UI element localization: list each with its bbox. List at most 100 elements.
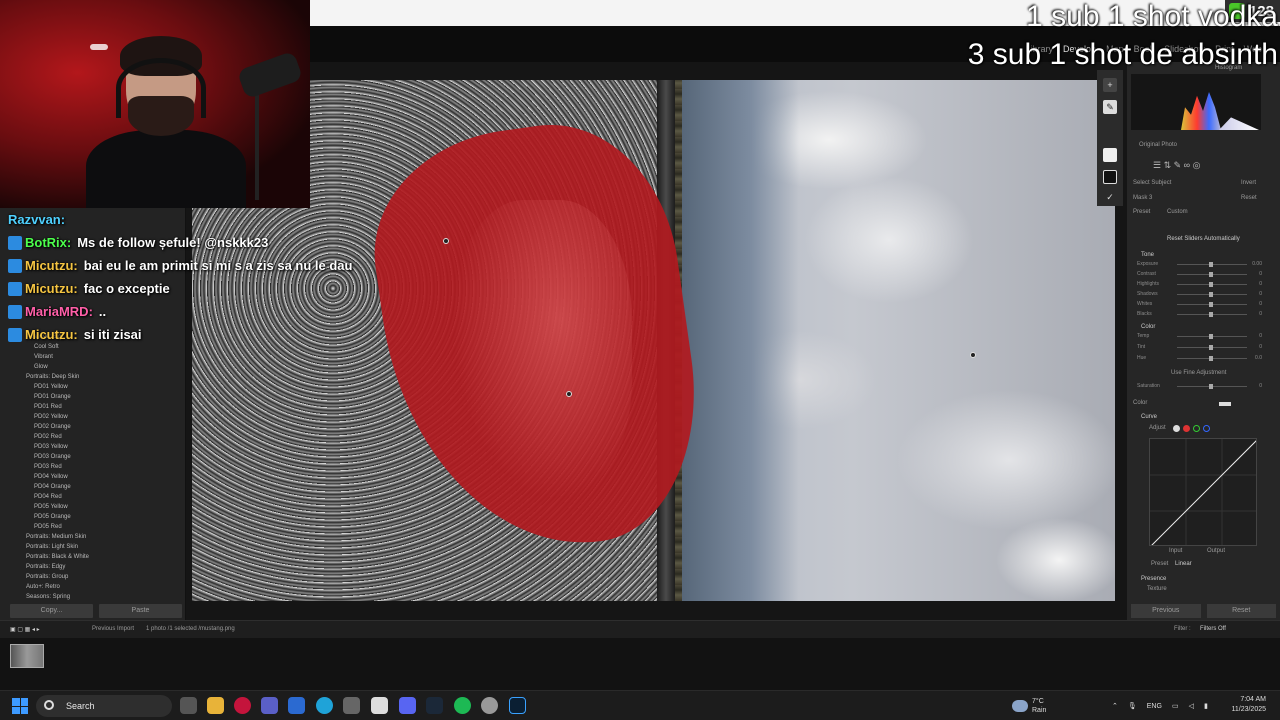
- preset-item[interactable]: Portraits: Black & White: [18, 552, 178, 562]
- slider-row[interactable]: Tint 0: [1137, 344, 1262, 351]
- preset-item[interactable]: Vibrant: [18, 352, 178, 362]
- preset-dropdown[interactable]: Custom: [1167, 209, 1188, 215]
- preset-item[interactable]: PD05 Orange: [18, 512, 178, 522]
- steam-icon[interactable]: [426, 697, 443, 714]
- slider-knob[interactable]: [1209, 312, 1213, 317]
- original-photo-checkbox[interactable]: Original Photo: [1139, 142, 1177, 148]
- reset-button[interactable]: Reset: [1206, 604, 1276, 618]
- opera-icon[interactable]: [234, 697, 251, 714]
- saturation-knob[interactable]: [1209, 384, 1213, 389]
- slider-row[interactable]: Hue 0.0: [1137, 355, 1262, 362]
- store-icon[interactable]: [371, 697, 388, 714]
- teams-icon[interactable]: [261, 697, 278, 714]
- curve-green-icon[interactable]: [1193, 425, 1200, 432]
- slider-row[interactable]: Whites 0: [1137, 301, 1262, 308]
- obs-icon[interactable]: [481, 697, 498, 714]
- preset-item[interactable]: PD02 Orange: [18, 422, 178, 432]
- copy-button[interactable]: Copy...: [10, 604, 93, 618]
- mask-thumb-2-icon[interactable]: [1103, 170, 1117, 184]
- app-icon[interactable]: [288, 697, 305, 714]
- lightroom-icon[interactable]: [509, 697, 526, 714]
- slider-knob[interactable]: [1209, 262, 1213, 267]
- slider-row[interactable]: Contrast 0: [1137, 271, 1262, 278]
- add-mask-icon[interactable]: +: [1103, 78, 1117, 92]
- preset-item[interactable]: PD02 Yellow: [18, 412, 178, 422]
- mask-thumb-1-icon[interactable]: [1103, 148, 1117, 162]
- preset-item[interactable]: PD01 Red: [18, 402, 178, 412]
- mask-select-subject[interactable]: Select Subject: [1133, 180, 1171, 186]
- taskbar-search[interactable]: Search: [36, 695, 172, 717]
- volume-icon[interactable]: ◁: [1189, 702, 1194, 710]
- chat-username[interactable]: Micutzu:: [25, 327, 78, 342]
- saturation-slider[interactable]: Saturation 0: [1137, 383, 1262, 390]
- curve-header[interactable]: Curve: [1141, 414, 1157, 420]
- slider-row[interactable]: Highlights 0: [1137, 281, 1262, 288]
- language-indicator[interactable]: ENG: [1147, 703, 1162, 710]
- chat-username[interactable]: Razvvan:: [8, 212, 65, 227]
- weather-widget[interactable]: 7°C Rain: [1012, 691, 1046, 720]
- invert-checkbox[interactable]: Invert: [1241, 180, 1256, 186]
- filter-dropdown[interactable]: Filters Off: [1200, 626, 1226, 632]
- preset-item[interactable]: Portraits: Light Skin: [18, 542, 178, 552]
- preset-item[interactable]: PD03 Orange: [18, 452, 178, 462]
- filmstrip-source[interactable]: Previous Import: [92, 626, 134, 632]
- mask-reset-button[interactable]: Reset: [1241, 195, 1257, 201]
- discord-icon[interactable]: [399, 697, 416, 714]
- fine-adjust-checkbox[interactable]: Use Fine Adjustment: [1171, 370, 1226, 376]
- settings-icon[interactable]: [343, 697, 360, 714]
- curve-preset-dropdown[interactable]: Linear: [1175, 561, 1192, 567]
- edge-icon[interactable]: [316, 697, 333, 714]
- start-icon[interactable]: [12, 698, 28, 714]
- slider-knob[interactable]: [1209, 292, 1213, 297]
- preset-item[interactable]: Portraits: Deep Skin: [18, 372, 178, 382]
- preset-item[interactable]: Seasons: Spring: [18, 592, 178, 602]
- mask-pin[interactable]: [566, 391, 572, 397]
- mask-tools-icons[interactable]: ☰ ⇅ ✎ ∞ ◎: [1153, 160, 1200, 171]
- curve-line[interactable]: [1150, 439, 1257, 546]
- secondary-display-icon[interactable]: ▣ ▢ ▦ ◂ ▸: [10, 626, 40, 633]
- tone-curve[interactable]: [1149, 438, 1257, 546]
- slider-row[interactable]: Exposure 0.00: [1137, 261, 1262, 268]
- chat-username[interactable]: Micutzu:: [25, 281, 78, 296]
- spotify-icon[interactable]: [454, 697, 471, 714]
- slider-knob[interactable]: [1209, 345, 1213, 350]
- chat-username[interactable]: MariaMRD:: [25, 304, 93, 319]
- preset-item[interactable]: PD04 Yellow: [18, 472, 178, 482]
- color-swatch[interactable]: [1219, 402, 1231, 406]
- slider-row[interactable]: Temp 0: [1137, 333, 1262, 340]
- preset-item[interactable]: Portraits: Medium Skin: [18, 532, 178, 542]
- paste-button[interactable]: Paste: [99, 604, 182, 618]
- color-header[interactable]: Color: [1141, 324, 1155, 330]
- preset-item[interactable]: PD05 Red: [18, 522, 178, 532]
- preset-item[interactable]: Portraits: Group: [18, 572, 178, 582]
- brush-icon[interactable]: ✎: [1103, 100, 1117, 114]
- slider-knob[interactable]: [1209, 356, 1213, 361]
- mask-pin[interactable]: [443, 238, 449, 244]
- preset-item[interactable]: PD03 Red: [18, 462, 178, 472]
- slider-row[interactable]: Shadows 0: [1137, 291, 1262, 298]
- preset-item[interactable]: PD01 Yellow: [18, 382, 178, 392]
- mask-pin[interactable]: [970, 352, 976, 358]
- clock[interactable]: 7:04 AM 11/23/2025: [1231, 695, 1266, 715]
- preset-item[interactable]: PD01 Orange: [18, 392, 178, 402]
- slider-knob[interactable]: [1209, 282, 1213, 287]
- slider-knob[interactable]: [1209, 302, 1213, 307]
- check-icon[interactable]: ✓: [1103, 190, 1117, 204]
- task-view-icon[interactable]: [180, 697, 197, 714]
- reset-sliders-checkbox[interactable]: Reset Sliders Automatically: [1167, 236, 1240, 242]
- battery-icon[interactable]: ▮: [1204, 702, 1208, 710]
- preset-item[interactable]: Glow: [18, 362, 178, 372]
- filmstrip-thumbnail[interactable]: [10, 644, 44, 668]
- preset-item[interactable]: Auto+: Retro: [18, 582, 178, 592]
- preset-item[interactable]: PD03 Yellow: [18, 442, 178, 452]
- previous-button[interactable]: Previous: [1131, 604, 1201, 618]
- curve-rgb-icon[interactable]: [1173, 425, 1180, 432]
- network-icon[interactable]: ▭: [1172, 702, 1179, 710]
- slider-knob[interactable]: [1209, 334, 1213, 339]
- preset-item[interactable]: Portraits: Edgy: [18, 562, 178, 572]
- chat-username[interactable]: Micutzu:: [25, 258, 78, 273]
- curve-red-icon[interactable]: [1183, 425, 1190, 432]
- preset-item[interactable]: PD05 Yellow: [18, 502, 178, 512]
- chat-username[interactable]: BotRix:: [25, 235, 71, 250]
- slider-row[interactable]: Blacks 0: [1137, 311, 1262, 318]
